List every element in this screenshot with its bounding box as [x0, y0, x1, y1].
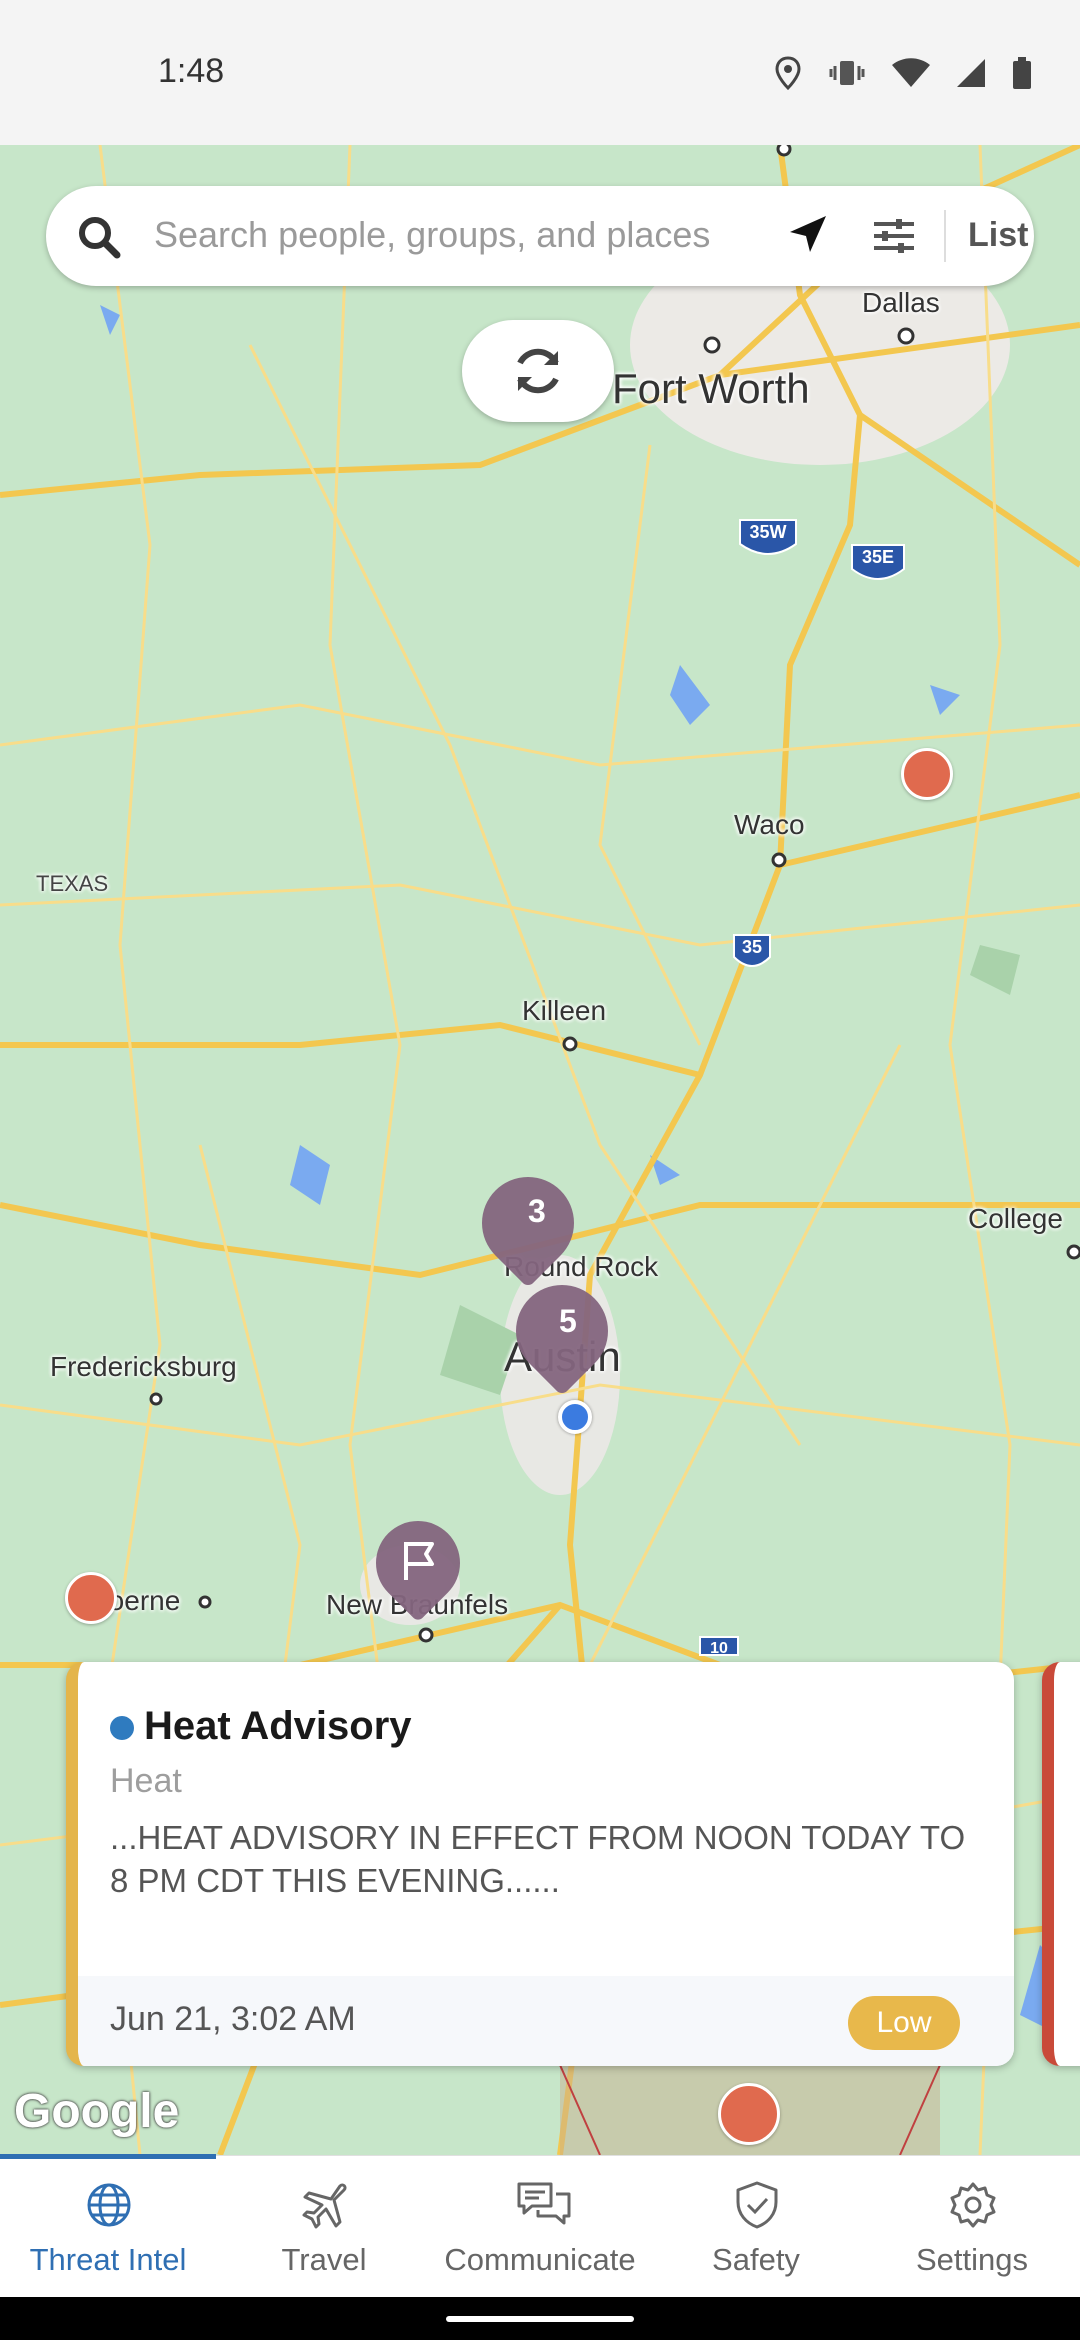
nav-item-safety[interactable]: Safety	[648, 2156, 864, 2298]
flag-icon	[404, 1542, 434, 1580]
refresh-icon	[517, 348, 559, 394]
alert-category: Heat	[110, 1762, 182, 1800]
incident-marker[interactable]	[65, 1572, 117, 1624]
svg-text:35: 35	[742, 937, 762, 957]
map-label-texas: TEXAS	[36, 871, 109, 896]
status-bar: 1:48	[0, 0, 1080, 145]
svg-text:35E: 35E	[862, 547, 894, 567]
system-home-bar	[0, 2297, 1080, 2340]
nav-label-communicate: Communicate	[444, 2242, 636, 2277]
filter-icon[interactable]	[872, 216, 916, 256]
highway-shield-35: 35	[733, 934, 771, 967]
search-bar[interactable]: Search people, groups, and places List	[46, 186, 1034, 286]
map-label-dallas: Dallas	[862, 287, 940, 318]
map-label-fort-worth: Fort Worth	[612, 365, 810, 412]
globe-icon	[87, 2183, 131, 2227]
incident-marker[interactable]	[901, 748, 953, 800]
alert-footer: Jun 21, 3:02 AM Low	[78, 1976, 1014, 2066]
map-label-waco: Waco	[734, 809, 805, 840]
vibrate-icon	[829, 61, 865, 85]
wifi-icon	[892, 58, 930, 87]
next-alert-card[interactable]	[1042, 1662, 1080, 2066]
bottom-nav: Threat Intel Travel Communicate Safety S…	[0, 2154, 1080, 2298]
nav-item-travel[interactable]: Travel	[216, 2156, 432, 2298]
airplane-icon	[302, 2183, 347, 2229]
status-time: 1:48	[158, 52, 225, 90]
location-icon	[775, 56, 801, 90]
alert-description: ...HEAT ADVISORY IN EFFECT FROM NOON TOD…	[110, 1819, 966, 1899]
alert-title: Heat Advisory	[144, 1704, 412, 1748]
refresh-button[interactable]	[462, 320, 614, 422]
cluster-count: 5	[559, 1303, 577, 1339]
search-icon	[79, 217, 121, 259]
severity-badge: Low	[848, 1996, 960, 2050]
alert-date: Jun 21, 3:02 AM	[110, 2000, 356, 2038]
nav-item-communicate[interactable]: Communicate	[432, 2156, 648, 2298]
alert-status-dot	[110, 1716, 134, 1740]
current-location-dot	[558, 1400, 592, 1434]
map-label-college: College	[968, 1203, 1063, 1234]
chat-icon	[517, 2182, 571, 2225]
nav-item-threat-intel[interactable]: Threat Intel	[0, 2156, 216, 2298]
highway-shield-35w: 35W	[739, 519, 797, 555]
gear-icon	[950, 2182, 996, 2228]
highway-shield-35e: 35E	[851, 544, 905, 580]
shield-check-icon	[736, 2181, 778, 2229]
search-input[interactable]: Search people, groups, and places	[154, 214, 759, 256]
nav-label-travel: Travel	[281, 2242, 367, 2277]
signal-icon	[957, 59, 985, 87]
svg-text:10: 10	[710, 1640, 728, 1657]
alert-card[interactable]: Heat Advisory Heat ...HEAT ADVISORY IN E…	[66, 1662, 1014, 2066]
nav-label-threat-intel: Threat Intel	[29, 2242, 187, 2277]
battery-icon	[1013, 57, 1031, 89]
map-label-fredericksburg: Fredericksburg	[50, 1351, 237, 1382]
svg-text:35W: 35W	[749, 522, 786, 542]
incident-marker[interactable]	[718, 2083, 780, 2145]
highway-shield-10: 10	[699, 1636, 739, 1657]
nav-item-settings[interactable]: Settings	[864, 2156, 1080, 2298]
home-indicator[interactable]	[446, 2316, 634, 2322]
list-view-button[interactable]: List	[968, 216, 1028, 255]
google-attribution: Google	[14, 2085, 180, 2138]
search-divider	[944, 210, 946, 262]
cluster-count: 3	[528, 1193, 546, 1229]
map-label-killeen: Killeen	[522, 995, 607, 1026]
nav-label-settings: Settings	[915, 2242, 1028, 2277]
status-icons	[774, 56, 1032, 90]
nav-label-safety: Safety	[712, 2242, 800, 2277]
locate-me-icon[interactable]	[786, 212, 830, 256]
